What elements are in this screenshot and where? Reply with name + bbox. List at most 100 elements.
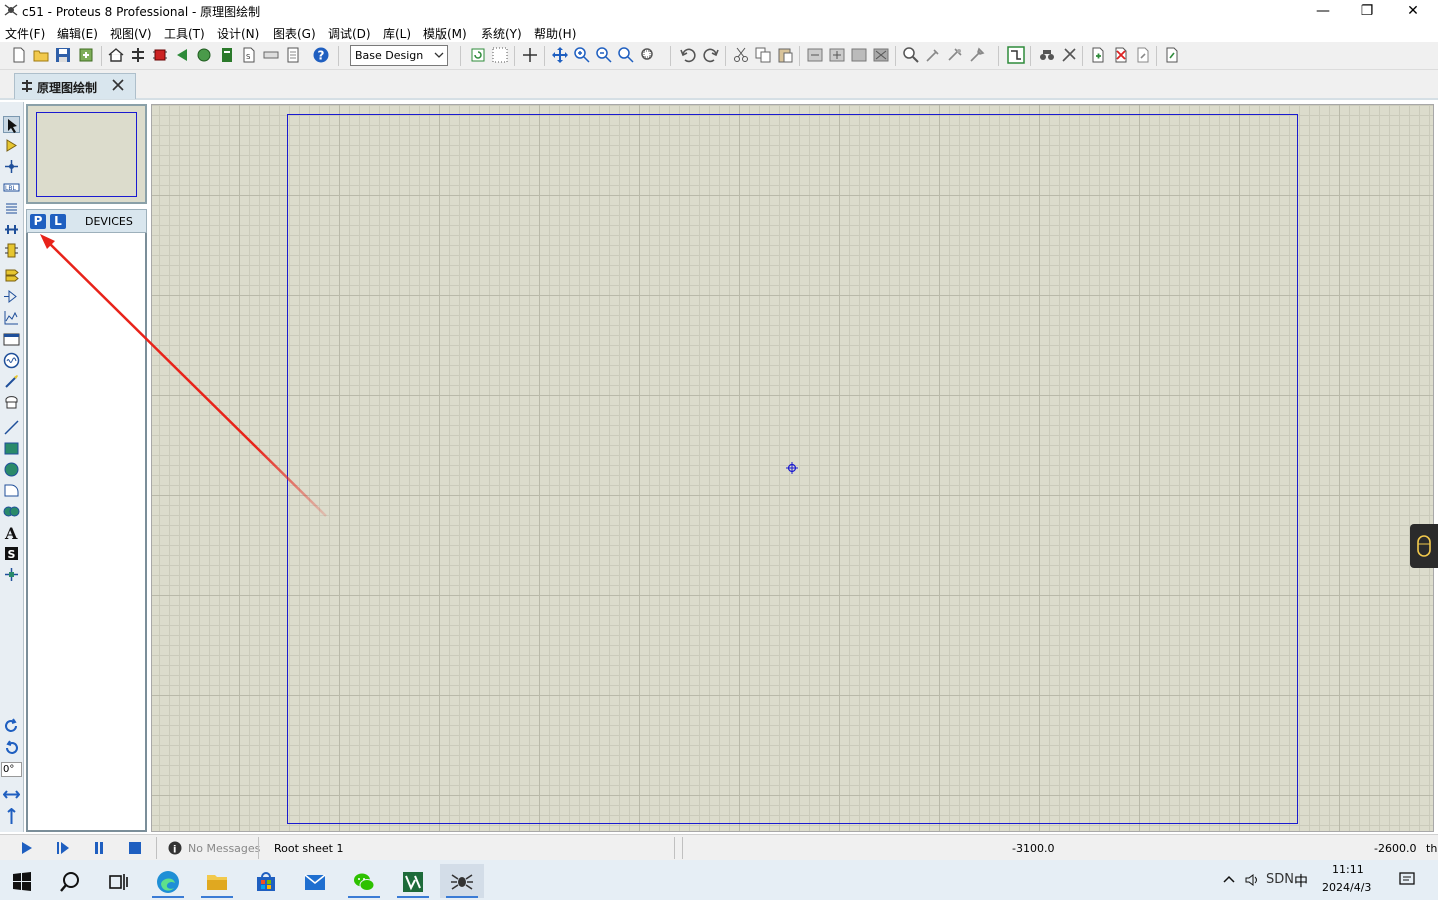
notification-icon[interactable] xyxy=(1398,870,1416,888)
decompose-icon[interactable] xyxy=(968,46,986,64)
devices-list[interactable] xyxy=(26,233,147,832)
back-icon[interactable] xyxy=(173,46,191,64)
new-sheet-icon[interactable] xyxy=(1089,46,1107,64)
zoom-area-icon[interactable] xyxy=(639,46,657,64)
vivado-icon[interactable] xyxy=(391,864,435,898)
tray-overflow-icon[interactable] xyxy=(1222,872,1236,886)
schematic-icon[interactable] xyxy=(129,46,147,64)
floating-side-widget[interactable] xyxy=(1410,524,1438,568)
paste-icon[interactable] xyxy=(776,46,794,64)
menu-tools[interactable]: 工具(T) xyxy=(164,25,205,42)
new-file-icon[interactable] xyxy=(10,46,28,64)
circle-icon[interactable] xyxy=(3,461,20,478)
mail-icon[interactable] xyxy=(293,864,337,898)
overview-window[interactable] xyxy=(26,104,147,204)
junction-dot-icon[interactable] xyxy=(3,158,20,175)
notes-icon[interactable] xyxy=(284,46,302,64)
pcb-icon[interactable] xyxy=(151,46,169,64)
menu-debug[interactable]: 调试(D) xyxy=(328,25,371,42)
volume-icon[interactable] xyxy=(1244,872,1260,888)
block-move-icon[interactable] xyxy=(828,46,846,64)
buses-icon[interactable] xyxy=(3,221,20,238)
step-icon[interactable] xyxy=(55,840,71,856)
ime-indicator[interactable]: 中 xyxy=(1294,871,1308,891)
store-icon[interactable] xyxy=(244,864,288,898)
minimize-button[interactable]: — xyxy=(1300,0,1346,22)
block-copy-icon[interactable] xyxy=(806,46,824,64)
rotate-anticlockwise-icon[interactable] xyxy=(3,740,20,757)
copy-icon[interactable] xyxy=(754,46,772,64)
zoom-all-icon[interactable] xyxy=(617,46,635,64)
marker-icon[interactable] xyxy=(3,566,20,583)
graph-icon[interactable] xyxy=(3,309,20,326)
selection-mode-icon[interactable] xyxy=(3,116,20,133)
menu-library[interactable]: 库(L) xyxy=(383,25,411,42)
import-icon[interactable] xyxy=(77,46,95,64)
wire-label-icon[interactable]: LBL xyxy=(3,179,20,196)
grid-icon[interactable] xyxy=(491,46,509,64)
menu-template[interactable]: 模版(M) xyxy=(423,25,467,42)
component-mode-icon[interactable] xyxy=(3,137,20,154)
cut-icon[interactable] xyxy=(732,46,750,64)
source-icon[interactable]: S xyxy=(240,46,258,64)
menu-design[interactable]: 设计(N) xyxy=(217,25,259,42)
help-icon[interactable]: ? xyxy=(312,46,330,64)
home-icon[interactable] xyxy=(107,46,125,64)
file-explorer-icon[interactable] xyxy=(195,864,239,898)
close-tab-icon[interactable] xyxy=(110,77,126,93)
stop-icon[interactable] xyxy=(127,840,143,856)
proteus-icon[interactable] xyxy=(440,864,484,898)
block-rotate-icon[interactable] xyxy=(850,46,868,64)
line-icon[interactable] xyxy=(3,419,20,436)
save-icon[interactable] xyxy=(54,46,72,64)
property-tool-icon[interactable] xyxy=(1060,46,1078,64)
wechat-icon[interactable] xyxy=(342,864,386,898)
menu-system[interactable]: 系统(Y) xyxy=(481,25,522,42)
virtual-instruments-icon[interactable] xyxy=(3,394,20,411)
menu-edit[interactable]: 编辑(E) xyxy=(57,25,98,42)
remove-sheet-icon[interactable] xyxy=(1112,46,1130,64)
edge-icon[interactable] xyxy=(146,864,190,898)
device-pins-icon[interactable] xyxy=(3,288,20,305)
play-icon[interactable] xyxy=(18,840,34,856)
menu-file[interactable]: 文件(F) xyxy=(5,25,45,42)
redo-icon[interactable] xyxy=(702,46,720,64)
rotate-clockwise-icon[interactable] xyxy=(3,718,20,735)
tab-schematic-capture[interactable]: 原理图绘制 xyxy=(14,73,136,99)
bom-icon[interactable] xyxy=(218,46,236,64)
generator-icon[interactable] xyxy=(3,352,20,369)
wire-autorouter-icon[interactable] xyxy=(1007,46,1025,64)
pause-icon[interactable] xyxy=(91,840,107,856)
origin-icon[interactable] xyxy=(521,46,539,64)
message-status[interactable]: No Messages xyxy=(188,842,260,855)
open-folder-icon[interactable] xyxy=(32,46,50,64)
maximize-button[interactable]: ❐ xyxy=(1344,0,1390,22)
report-icon[interactable] xyxy=(262,46,280,64)
exit-parent-icon[interactable] xyxy=(1134,46,1152,64)
menu-help[interactable]: 帮助(H) xyxy=(534,25,576,42)
voltage-probe-icon[interactable] xyxy=(3,373,20,390)
mirror-y-icon[interactable] xyxy=(3,807,20,825)
tape-recorder-icon[interactable] xyxy=(3,331,20,348)
zoom-out-icon[interactable] xyxy=(595,46,613,64)
netlist-icon[interactable] xyxy=(1163,46,1181,64)
clock-date[interactable]: 2024/4/3 xyxy=(1322,881,1371,894)
task-view-icon[interactable] xyxy=(96,864,140,898)
symbol-icon[interactable]: S xyxy=(3,545,20,562)
text-icon[interactable]: A xyxy=(3,524,20,543)
subcircuit-icon[interactable] xyxy=(3,242,20,259)
design-variant-select[interactable]: Base Design xyxy=(350,45,448,66)
search-tag-icon[interactable] xyxy=(1038,46,1056,64)
arc-icon[interactable] xyxy=(3,482,20,499)
start-icon[interactable] xyxy=(0,864,44,898)
closed-path-icon[interactable] xyxy=(3,503,20,520)
make-device-icon[interactable] xyxy=(924,46,942,64)
block-delete-icon[interactable] xyxy=(872,46,890,64)
menu-view[interactable]: 视图(V) xyxy=(110,25,152,42)
gerber-icon[interactable] xyxy=(195,46,213,64)
terminals-icon[interactable] xyxy=(3,266,20,283)
clock-time[interactable]: 11:11 xyxy=(1332,863,1364,876)
library-manager-button[interactable]: L xyxy=(50,214,66,229)
refresh-icon[interactable] xyxy=(469,46,487,64)
packaging-icon[interactable] xyxy=(946,46,964,64)
